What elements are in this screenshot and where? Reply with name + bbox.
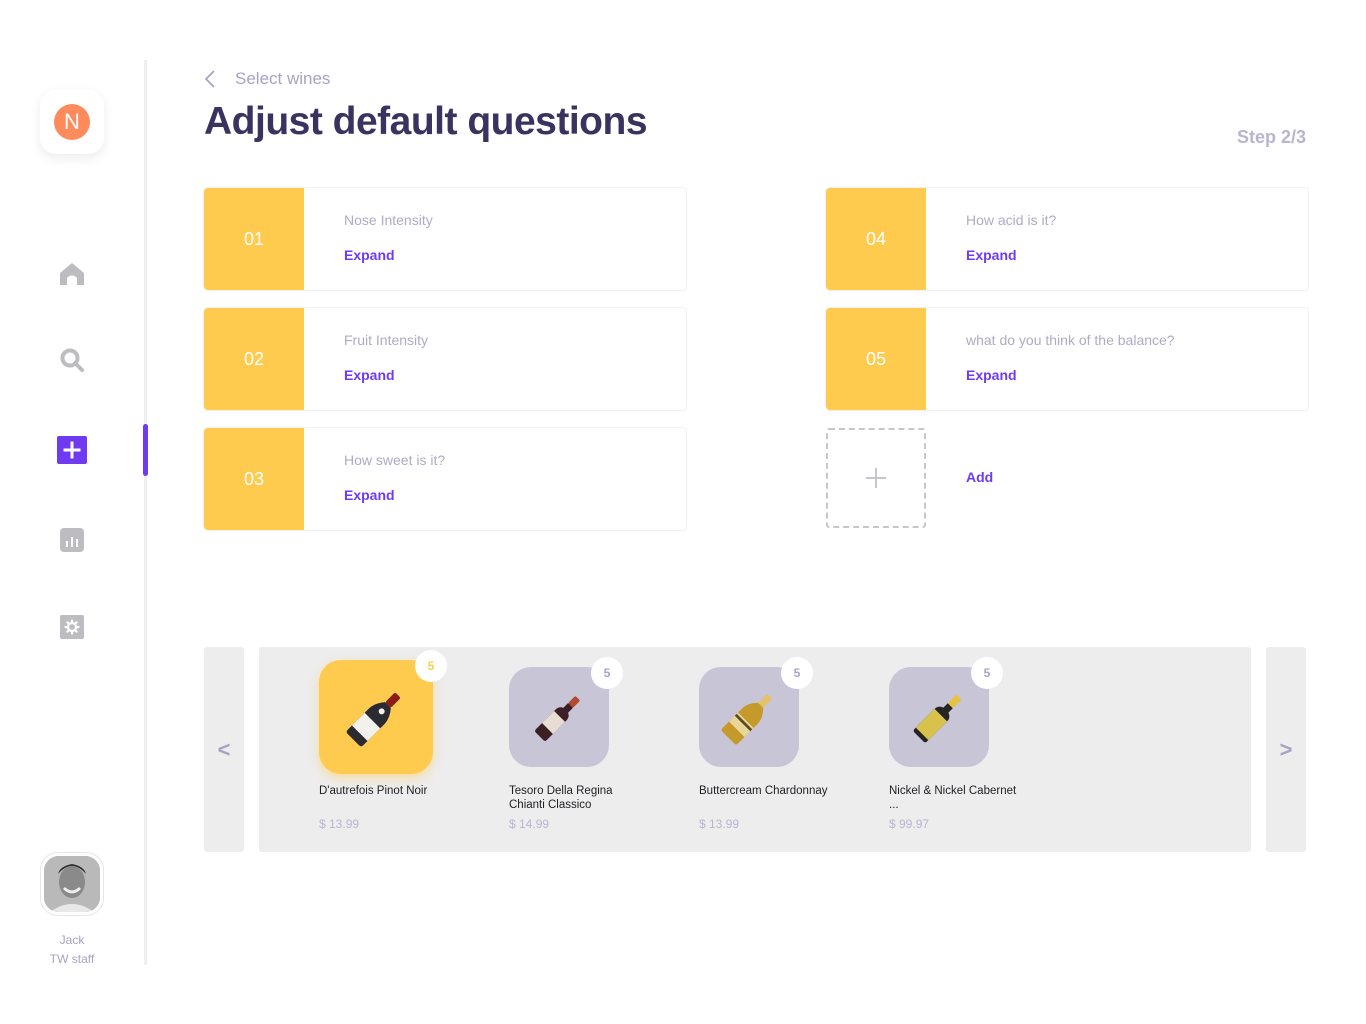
question-number: 01: [204, 188, 304, 290]
avatar-photo: [44, 856, 100, 912]
question-number: 02: [204, 308, 304, 410]
question-text: How sweet is it?: [344, 452, 446, 468]
user-info: Jack TW staff: [0, 931, 144, 969]
bar-chart-icon: [60, 528, 84, 552]
question-card: 02 Fruit Intensity Expand: [204, 308, 686, 410]
wine-thumbnail: [319, 660, 433, 774]
wine-name: D'autrefois Pinot Noir: [319, 785, 428, 797]
search-icon: [60, 348, 84, 372]
wine-price: $ 13.99: [319, 817, 360, 831]
wine-carousel: 5 D'autrefois Pinot Noir $ 13.99 5 Tesor…: [259, 647, 1251, 852]
wine-price: $ 99.97: [889, 817, 930, 831]
page-title: Adjust default questions: [204, 100, 648, 143]
wine-item[interactable]: 5 D'autrefois Pinot Noir $ 13.99: [319, 647, 469, 852]
chevron-right-icon: >: [1279, 736, 1293, 762]
wine-name: Buttercream Chardonnay: [699, 785, 828, 797]
wine-name: Tesoro Della Regina Chianti Classico: [509, 785, 613, 811]
question-text: what do you think of the balance?: [966, 332, 1175, 348]
sidebar-divider: [144, 60, 147, 965]
expand-button[interactable]: Expand: [966, 367, 1017, 383]
wine-price: $ 14.99: [509, 817, 550, 831]
sidebar-item-search[interactable]: [56, 344, 88, 376]
chevron-left-icon: <: [217, 736, 231, 762]
question-number: 05: [826, 308, 926, 410]
question-text: How acid is it?: [966, 212, 1057, 228]
question-card: 01 Nose Intensity Expand: [204, 188, 686, 290]
chevron-left-icon: [204, 70, 215, 88]
wine-rating-badge: 5: [971, 657, 1003, 689]
sidebar-item-create[interactable]: [56, 434, 88, 466]
wine-price: $ 13.99: [699, 817, 740, 831]
question-number: 03: [204, 428, 304, 530]
plus-icon: [866, 468, 886, 488]
expand-button[interactable]: Expand: [344, 487, 395, 503]
logo-letter: N: [54, 104, 90, 140]
user-avatar[interactable]: [40, 852, 104, 916]
carousel-prev-button[interactable]: <: [204, 647, 244, 852]
home-icon: [60, 263, 84, 285]
sidebar-item-home[interactable]: [56, 258, 88, 290]
wine-bottle-icon: [721, 694, 772, 745]
expand-button[interactable]: Expand: [344, 367, 395, 383]
back-link-label: Select wines: [235, 69, 331, 88]
user-name: Jack: [59, 933, 85, 947]
question-number: 04: [826, 188, 926, 290]
question-card: 04 How acid is it? Expand: [826, 188, 1308, 290]
sidebar-item-stats[interactable]: [56, 524, 88, 556]
add-question-button[interactable]: [826, 428, 926, 528]
add-question-link[interactable]: Add: [966, 469, 993, 485]
sidebar: N Jack TW staff: [0, 0, 146, 1024]
app-logo[interactable]: N: [40, 90, 104, 154]
question-text: Nose Intensity: [344, 212, 433, 228]
carousel-next-button[interactable]: >: [1266, 647, 1306, 852]
wine-item[interactable]: 5 Tesoro Della Regina Chianti Classico $…: [509, 647, 659, 852]
wine-rating-badge: 5: [415, 650, 447, 682]
user-role: TW staff: [49, 952, 95, 966]
back-link[interactable]: Select wines: [202, 68, 330, 90]
expand-button[interactable]: Expand: [344, 247, 395, 263]
wine-bottle-icon: [913, 695, 961, 743]
wine-item[interactable]: 5 Buttercream Chardonnay $ 13.99: [699, 647, 849, 852]
wine-bottle-icon: [535, 696, 580, 741]
wine-rating-badge: 5: [781, 657, 813, 689]
wine-item[interactable]: 5 Nickel & Nickel Cabernet ... $ 99.97: [889, 647, 1039, 852]
sidebar-item-settings[interactable]: [56, 611, 88, 643]
gear-icon: [60, 615, 84, 639]
step-indicator: Step 2/3: [1236, 127, 1306, 147]
question-card: 03 How sweet is it? Expand: [204, 428, 686, 530]
expand-button[interactable]: Expand: [966, 247, 1017, 263]
question-card: 05 what do you think of the balance? Exp…: [826, 308, 1308, 410]
question-text: Fruit Intensity: [344, 332, 429, 348]
wine-bottle-icon: [346, 693, 400, 747]
wine-rating-badge: 5: [591, 657, 623, 689]
wine-name: Nickel & Nickel Cabernet ...: [889, 785, 1017, 811]
plus-icon: [57, 436, 87, 464]
active-nav-indicator: [143, 424, 148, 476]
